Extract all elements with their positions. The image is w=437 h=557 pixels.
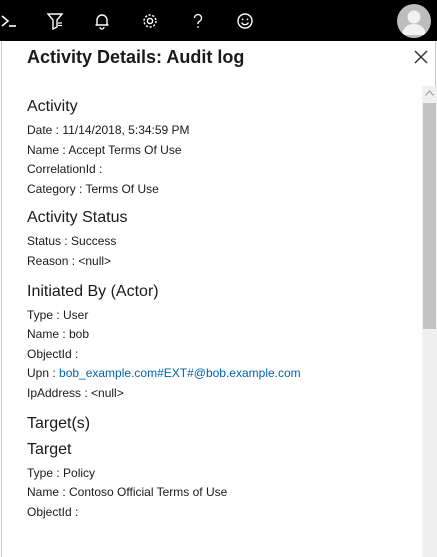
actor-object-id: ObjectId : bbox=[27, 346, 79, 361]
help-icon[interactable] bbox=[183, 0, 213, 41]
feedback-icon[interactable] bbox=[230, 0, 260, 41]
target-heading: Target bbox=[27, 440, 72, 458]
panel-title: Activity Details: Audit log bbox=[27, 47, 245, 67]
actor-ip-address: IpAddress : <null> bbox=[27, 385, 124, 400]
actor-type: Type : User bbox=[27, 307, 89, 322]
user-avatar[interactable] bbox=[397, 4, 431, 38]
notifications-icon[interactable] bbox=[87, 0, 117, 41]
section-heading-initiated-by: Initiated By (Actor) bbox=[27, 282, 159, 300]
settings-icon[interactable] bbox=[135, 0, 165, 41]
close-icon[interactable] bbox=[411, 47, 431, 67]
details-content: Activity Date : 11/14/2018, 5:34:59 PM N… bbox=[27, 87, 417, 557]
activity-name: Name : Accept Terms Of Use bbox=[27, 142, 182, 157]
scrollbar-thumb[interactable] bbox=[423, 103, 436, 329]
target-type: Type : Policy bbox=[27, 465, 96, 480]
actor-name: Name : bob bbox=[27, 327, 90, 342]
actor-upn: Upn : bob_example.com#EXT#@bob.example.c… bbox=[27, 365, 417, 385]
section-heading-activity-status: Activity Status bbox=[27, 209, 128, 227]
upn-label: Upn : bbox=[27, 366, 60, 381]
upn-link[interactable]: bob_example.com#EXT#@bob.example.com bbox=[59, 366, 301, 380]
activity-status-section: Activity Status Status : Success Reason … bbox=[27, 208, 417, 272]
status-reason: Reason : <null> bbox=[27, 253, 112, 268]
vertical-scrollbar[interactable] bbox=[422, 86, 437, 557]
scroll-up-arrow-icon[interactable] bbox=[422, 86, 437, 100]
activity-section: Activity Date : 11/14/2018, 5:34:59 PM N… bbox=[27, 97, 417, 200]
cloud-shell-icon[interactable] bbox=[0, 0, 24, 41]
target-object-id: ObjectId : bbox=[27, 504, 79, 519]
target-name: Name : Contoso Official Terms of Use bbox=[27, 485, 228, 500]
top-navigation-bar bbox=[0, 0, 437, 41]
activity-category: Category : Terms Of Use bbox=[27, 181, 159, 196]
directory-filter-icon[interactable] bbox=[40, 0, 70, 41]
activity-details-panel: Activity Details: Audit log Activity Dat… bbox=[1, 41, 437, 557]
section-heading-activity: Activity bbox=[27, 98, 78, 115]
initiated-by-section: Initiated By (Actor) Type : User Name : … bbox=[27, 282, 417, 405]
status-value: Status : Success bbox=[27, 234, 117, 249]
activity-date: Date : 11/14/2018, 5:34:59 PM bbox=[27, 123, 190, 137]
activity-correlation-id: CorrelationId : bbox=[27, 162, 103, 177]
section-heading-targets: Target(s) bbox=[27, 414, 91, 432]
targets-section: Target(s) Target Type : Policy Name : Co… bbox=[27, 414, 417, 524]
